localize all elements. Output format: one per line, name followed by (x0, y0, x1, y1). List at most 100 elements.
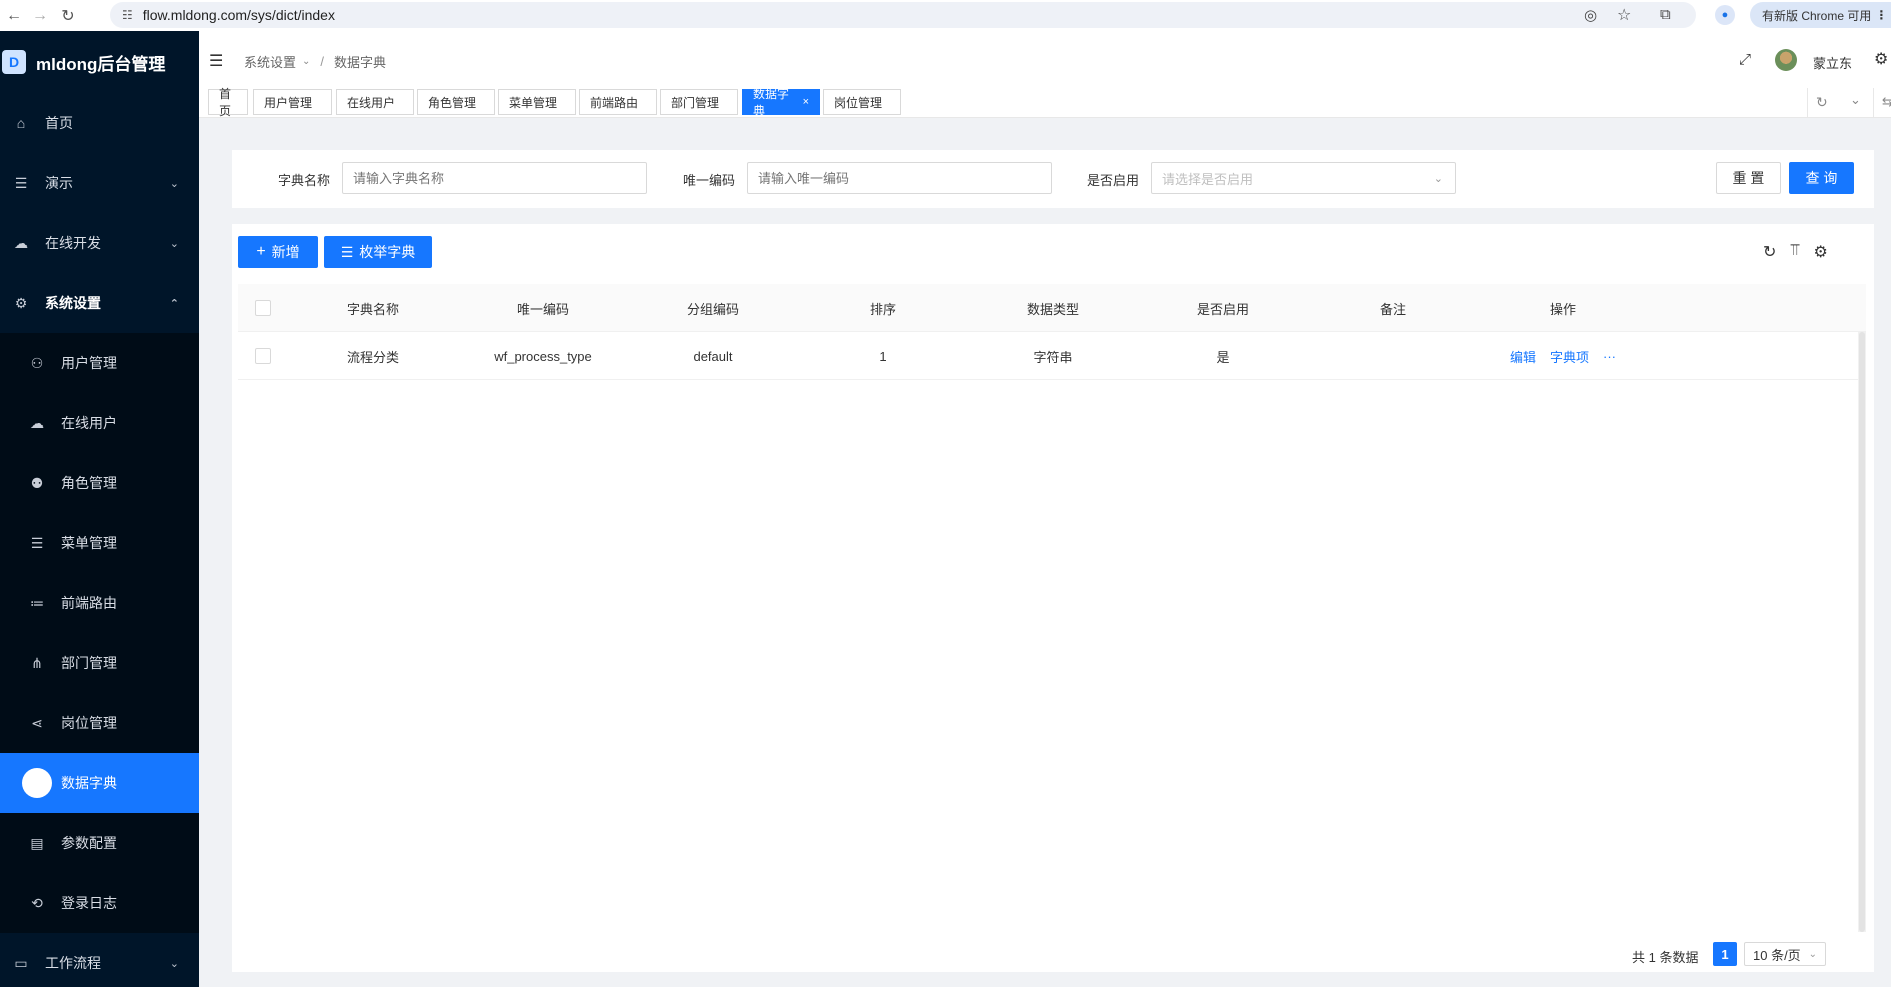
sidebar-item-dictionary[interactable]: 数据字典 (0, 753, 199, 813)
scrollbar-thumb[interactable] (1859, 332, 1865, 932)
column-header[interactable]: 唯一编码 (458, 284, 628, 332)
sidebar-item-departments[interactable]: ⋔ 部门管理 (0, 633, 199, 693)
dict-code-input[interactable] (747, 162, 1052, 194)
sidebar-item-label: 用户管理 (61, 355, 117, 371)
tab-roles[interactable]: 角色管理 (417, 89, 495, 115)
tab-label: 首页 (219, 87, 232, 118)
route-icon: ≔ (30, 594, 44, 611)
column-height-icon[interactable]: ⫪ (1790, 242, 1799, 262)
sidebar-item-system-settings[interactable]: ⚙ 系统设置 ⌃ (0, 273, 199, 333)
column-header: 操作 (1549, 301, 1576, 317)
dict-name-input[interactable] (342, 162, 647, 194)
profile-icon[interactable]: ● (1715, 5, 1735, 25)
sidebar-item-label: 登录日志 (61, 895, 117, 911)
sidebar-item-label: 前端路由 (61, 595, 117, 611)
column-header[interactable]: 排序 (798, 284, 968, 332)
plus-icon: + (256, 243, 266, 260)
reload-icon[interactable]: ↻ (1763, 242, 1776, 262)
code-label: 唯一编码 (683, 173, 736, 188)
sidebar-item-posts[interactable]: ⋖ 岗位管理 (0, 693, 199, 753)
browser-toolbar: ← → ↻ ☷ flow.mldong.com/sys/dict/index ◎… (0, 0, 1891, 31)
forward-icon[interactable]: → (26, 2, 54, 30)
menu-icon: ☰ (30, 534, 44, 551)
row-checkbox[interactable] (255, 348, 271, 364)
column-header[interactable]: 是否启用 (1138, 284, 1308, 332)
refresh-icon[interactable]: ↻ (1816, 94, 1828, 111)
cell-enabled: 是 (1216, 349, 1230, 365)
enabled-select[interactable]: 请选择是否启用 ⌄ (1151, 162, 1456, 194)
chevron-down-icon[interactable]: ⌄ (302, 56, 310, 67)
tab-home[interactable]: 首页 (208, 87, 248, 118)
sidebar-item-users[interactable]: ⚇ 用户管理 (0, 333, 199, 393)
user-icon: ⚇ (30, 354, 44, 371)
tab-departments[interactable]: 部门管理 (660, 89, 738, 115)
column-header[interactable]: 分组编码 (628, 284, 798, 332)
sidebar-item-home[interactable]: ⌂ 首页 (0, 93, 199, 153)
enum-dict-label: 枚举字典 (359, 244, 416, 260)
tab-users[interactable]: 用户管理 (253, 89, 332, 115)
add-button[interactable]: + 新增 (238, 236, 318, 268)
chevron-down-icon: ⌄ (169, 957, 179, 970)
dict-items-link[interactable]: 字典项 (1550, 347, 1589, 366)
cloud-icon: ☁ (14, 234, 28, 251)
chevron-down-icon[interactable]: ⌄ (1850, 92, 1861, 108)
sidebar-item-roles[interactable]: ⚉ 角色管理 (0, 453, 199, 513)
breadcrumb-item-system-settings[interactable]: 系统设置 (244, 52, 296, 71)
more-actions-icon[interactable]: ··· (1603, 349, 1616, 364)
back-icon[interactable]: ← (0, 2, 28, 30)
page-size-select[interactable]: 10 条/页 ⌄ (1744, 942, 1826, 966)
settings-icon[interactable]: ⚙ (1813, 242, 1827, 262)
tab-dictionary[interactable]: 数据字典 × (742, 87, 820, 118)
menu-fold-icon[interactable]: ☰ (209, 51, 223, 71)
reset-button[interactable]: 重 置 (1716, 162, 1781, 194)
page-1-button[interactable]: 1 (1713, 942, 1737, 966)
star-icon[interactable]: ☆ (1617, 5, 1631, 25)
sidebar-item-params[interactable]: ▤ 参数配置 (0, 813, 199, 873)
select-all-checkbox[interactable] (255, 300, 271, 316)
tab-menus[interactable]: 菜单管理 (498, 89, 576, 115)
fullscreen-icon[interactable]: ⤢ (1739, 51, 1751, 68)
cell-name: 流程分类 (346, 349, 399, 365)
eye-off-icon[interactable]: ◎ (1584, 6, 1597, 24)
chrome-update-button[interactable]: 有新版 Chrome 可用 ⋮ (1750, 2, 1891, 28)
sidebar-item-label: 首页 (45, 115, 73, 131)
sidebar-item-label: 参数配置 (61, 835, 117, 851)
sidebar-item-label: 工作流程 (45, 955, 101, 971)
column-header[interactable]: 数据类型 (968, 284, 1138, 332)
sidebar-item-menus[interactable]: ☰ 菜单管理 (0, 513, 199, 573)
avatar[interactable] (1775, 49, 1797, 71)
address-bar[interactable]: ☷ flow.mldong.com/sys/dict/index (110, 2, 1696, 28)
tab-online-users[interactable]: 在线用户 (336, 89, 414, 115)
enabled-label: 是否启用 (1087, 173, 1140, 188)
extensions-icon[interactable]: ⧉ (1660, 6, 1671, 23)
settings-icon[interactable]: ⚙ (1874, 49, 1888, 69)
search-form: 字典名称 唯一编码 是否启用 请选择是否启用 ⌄ 重 置 查 询 (232, 150, 1874, 208)
reload-icon[interactable]: ↻ (54, 2, 82, 30)
close-icon[interactable]: × (803, 96, 809, 108)
column-header[interactable]: 字典名称 (288, 284, 458, 332)
tab-posts[interactable]: 岗位管理 (823, 89, 901, 115)
sidebar-item-online-users[interactable]: ☁ 在线用户 (0, 393, 199, 453)
sidebar-item-demo[interactable]: ☰ 演示 ⌄ (0, 153, 199, 213)
tab-label: 部门管理 (671, 95, 720, 110)
chevron-down-icon: ⌄ (169, 237, 179, 250)
sidebar-item-routes[interactable]: ≔ 前端路由 (0, 573, 199, 633)
sidebar-item-label: 在线开发 (45, 235, 101, 251)
sidebar-item-online-dev[interactable]: ☁ 在线开发 ⌄ (0, 213, 199, 273)
site-info-icon[interactable]: ☷ (122, 8, 133, 22)
page-size-label: 10 条/页 (1753, 947, 1801, 963)
query-button[interactable]: 查 询 (1789, 162, 1854, 194)
edit-link[interactable]: 编辑 (1510, 347, 1536, 366)
app-logo[interactable]: D mldong后台管理 (0, 31, 199, 93)
more-vert-icon[interactable]: ⋮ (1875, 8, 1887, 22)
column-header[interactable]: 备注 (1308, 284, 1478, 332)
username[interactable]: 蒙立东 (1813, 53, 1852, 72)
sidebar-item-workflow[interactable]: ▭ 工作流程 ⌄ (0, 933, 199, 987)
enabled-select-placeholder: 请选择是否启用 (1162, 171, 1254, 187)
sidebar-item-label: 角色管理 (61, 475, 117, 491)
tab-routes[interactable]: 前端路由 (579, 89, 657, 115)
tab-more-icon[interactable]: ⇆ (1882, 94, 1891, 110)
sidebar-item-login-log[interactable]: ⟲ 登录日志 (0, 873, 199, 933)
enum-dict-button[interactable]: ☰ 枚举字典 (324, 236, 432, 268)
table-scrollbar[interactable] (1858, 332, 1866, 932)
